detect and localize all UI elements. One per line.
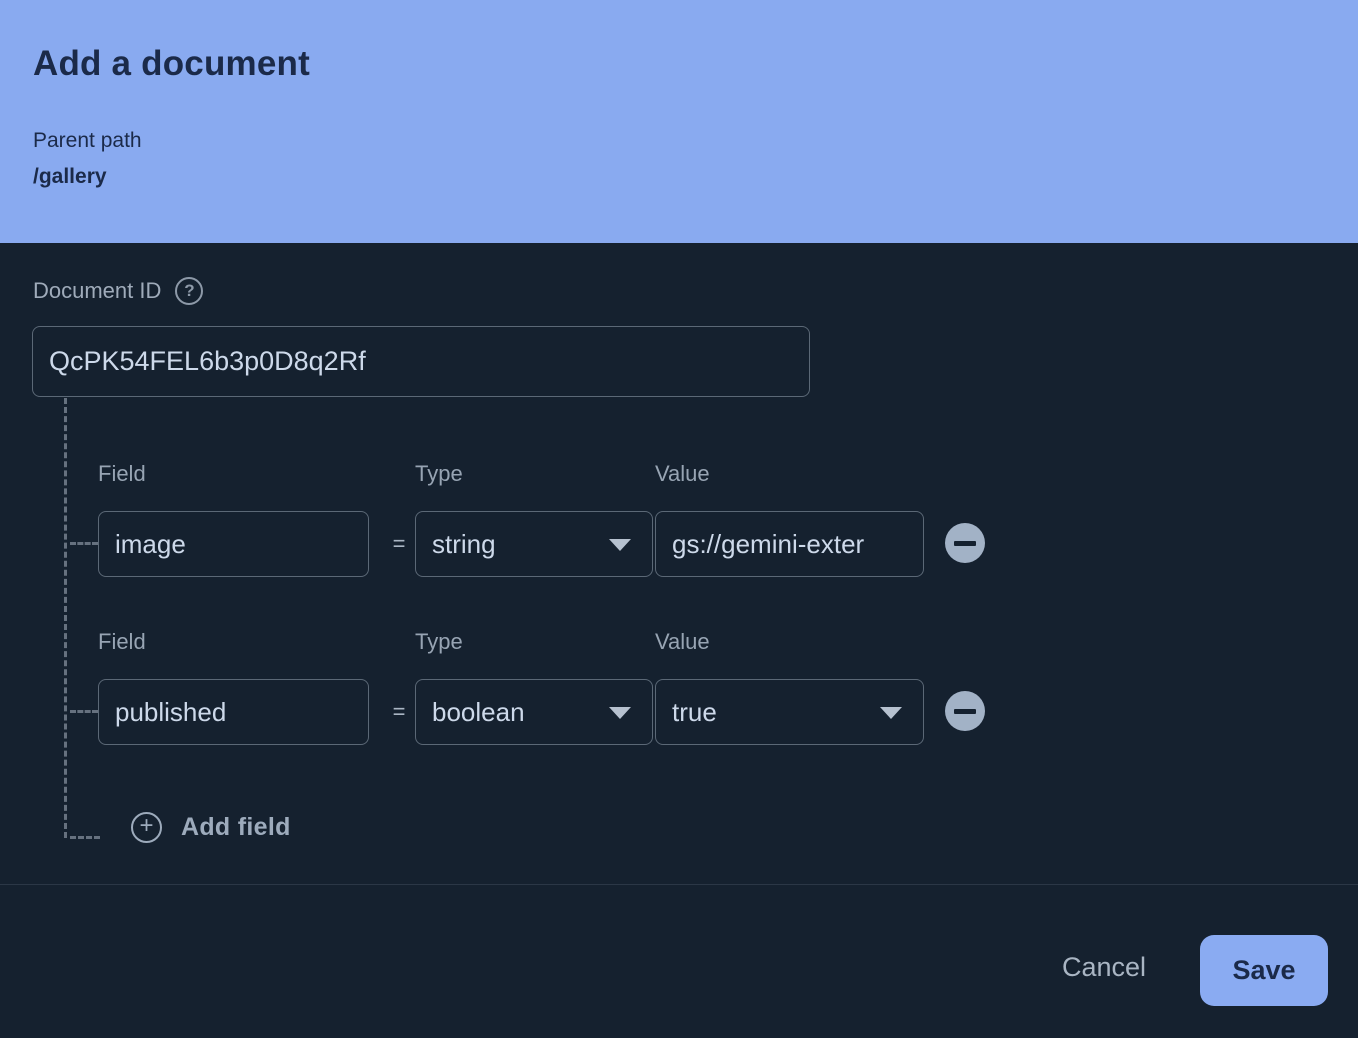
minus-icon [954,709,976,714]
help-icon[interactable]: ? [175,277,203,305]
parent-path-label: Parent path [33,129,142,153]
document-id-label-row: Document ID ? [33,276,203,306]
chevron-down-icon [609,539,631,551]
chevron-down-icon [609,707,631,719]
connector-stub [70,710,98,713]
field-name-input[interactable] [98,679,369,745]
value-column-label: Value [655,461,710,487]
add-field-label: Add field [181,813,291,842]
connector-stub [70,542,98,545]
type-select[interactable]: boolean [415,679,653,745]
field-column-label: Field [98,629,146,655]
plus-icon: + [131,812,162,843]
connector-stub [70,836,100,839]
parent-path-value: /gallery [33,165,107,189]
cancel-button[interactable]: Cancel [1040,944,1168,991]
value-select-value: true [672,697,717,728]
type-select-value: string [432,529,496,560]
remove-field-button[interactable] [945,691,985,731]
type-column-label: Type [415,461,463,487]
footer-divider [0,884,1358,885]
minus-icon [954,541,976,546]
connector-vertical-line [64,398,67,838]
value-input[interactable] [655,511,924,577]
type-select-value: boolean [432,697,525,728]
value-column-label: Value [655,629,710,655]
dialog-title: Add a document [33,44,310,84]
value-select[interactable]: true [655,679,924,745]
equals-sign: = [386,531,412,557]
document-id-label: Document ID [33,278,161,304]
equals-sign: = [386,699,412,725]
chevron-down-icon [880,707,902,719]
document-id-input[interactable] [32,326,810,397]
remove-field-button[interactable] [945,523,985,563]
type-column-label: Type [415,629,463,655]
field-column-label: Field [98,461,146,487]
field-name-input[interactable] [98,511,369,577]
add-document-dialog: Add a document Parent path /gallery Docu… [0,0,1358,1038]
add-field-button[interactable]: + Add field [131,809,291,845]
dialog-header: Add a document Parent path /gallery [0,0,1358,243]
type-select[interactable]: string [415,511,653,577]
save-button[interactable]: Save [1200,935,1328,1006]
